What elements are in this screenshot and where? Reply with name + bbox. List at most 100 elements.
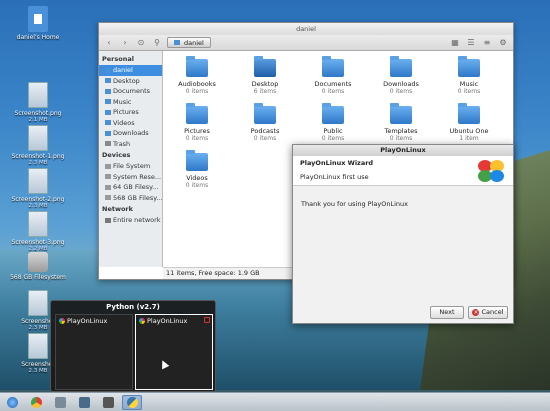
folder-icon xyxy=(105,99,111,104)
drive-icon xyxy=(105,163,111,169)
grid-view-icon[interactable]: ▦ xyxy=(449,37,461,49)
wizard-message: Thank you for using PlayOnLinux xyxy=(301,200,408,208)
taskbar-files[interactable] xyxy=(50,395,70,410)
wizard-buttons: Next × Cancel xyxy=(430,306,508,319)
sidebar-item-label: 64 GB Filesy... xyxy=(113,183,159,191)
folder-icon xyxy=(105,130,111,136)
desktop-icon-filesystem[interactable]: 568 GB Filesystem xyxy=(3,248,73,281)
sidebar-item-daniel[interactable]: daniel xyxy=(99,65,162,76)
sidebar-item-videos[interactable]: Videos xyxy=(99,118,162,129)
desktop-icon-size: 2.1 MB xyxy=(28,117,48,123)
cancel-label: Cancel xyxy=(481,308,504,316)
window-title: daniel xyxy=(99,23,513,35)
folder-music[interactable]: Music 0 items xyxy=(435,56,503,104)
drive-icon xyxy=(105,184,111,190)
desktop-icon-screenshot[interactable]: Screenshot.png 2.1 MB xyxy=(3,82,73,123)
window-title: PlayOnLinux xyxy=(293,145,513,156)
item-name: Audiobooks xyxy=(178,80,216,88)
desktop-icon-screenshot-2[interactable]: Screenshot-2.png 2.3 MB xyxy=(3,168,73,209)
item-name: Downloads xyxy=(383,80,419,88)
taskbar-chrome[interactable] xyxy=(26,395,46,410)
switcher-window-thumb[interactable]: PlayOnLinux xyxy=(135,314,213,390)
sidebar-item-downloads[interactable]: Downloads xyxy=(99,128,162,139)
sidebar-item-label: Desktop xyxy=(113,76,140,85)
sidebar-item-documents[interactable]: Documents xyxy=(99,86,162,97)
sidebar-heading-network: Network xyxy=(102,205,133,213)
window-switcher: Python (v2.7) PlayOnLinux PlayOnLinux xyxy=(50,300,216,392)
sidebar-item-label: Music xyxy=(113,97,132,106)
desktop-icon-size: 2.3 MB xyxy=(28,203,48,209)
sidebar-item-pictures[interactable]: Pictures xyxy=(99,107,162,118)
sidebar-item-568gb[interactable]: 568 GB Filesy... xyxy=(99,193,162,204)
sidebar-item-music[interactable]: Music xyxy=(99,97,162,108)
path-button[interactable]: daniel xyxy=(167,37,211,48)
sidebar-item-label: Pictures xyxy=(113,108,139,116)
desktop-icon xyxy=(105,78,111,83)
taskbar-anchor[interactable] xyxy=(74,395,94,410)
home-icon xyxy=(105,67,111,73)
folder-podcasts[interactable]: Podcasts 0 items xyxy=(231,103,299,151)
taskbar-terminal[interactable] xyxy=(98,395,118,410)
close-icon[interactable] xyxy=(204,317,210,323)
folder-downloads[interactable]: Downloads 0 items xyxy=(367,56,435,104)
folder-documents[interactable]: Documents 0 items xyxy=(299,56,367,104)
folder-icon xyxy=(390,103,412,124)
sidebar-item-entire-network[interactable]: Entire network xyxy=(99,215,162,226)
item-count: 0 items xyxy=(457,88,481,95)
zoom-icon[interactable]: ⊙ xyxy=(135,37,147,49)
sidebar-item-trash[interactable]: Trash xyxy=(99,139,162,150)
item-count: 0 items xyxy=(389,88,413,95)
taskbar-python[interactable] xyxy=(122,394,142,410)
sidebar-item-label: File System xyxy=(113,162,151,170)
sidebar: Personal daniel Desktop Documents Music … xyxy=(99,51,163,267)
playonlinux-logo-icon xyxy=(478,160,504,182)
folder-icon xyxy=(322,56,344,77)
switcher-window-thumb[interactable]: PlayOnLinux xyxy=(55,314,133,390)
folder-icon xyxy=(105,120,111,125)
home-icon xyxy=(174,40,180,45)
image-file-icon xyxy=(28,333,48,359)
thumb-label: PlayOnLinux xyxy=(136,315,212,327)
item-name: Templates xyxy=(384,127,418,135)
compact-view-icon[interactable]: ≡ xyxy=(481,37,493,49)
sidebar-item-64gb[interactable]: 64 GB Filesy... xyxy=(99,182,162,193)
forward-icon[interactable]: › xyxy=(119,37,131,49)
thumb-title: PlayOnLinux xyxy=(67,317,108,325)
item-count: 0 items xyxy=(321,88,345,95)
menu-icon xyxy=(6,396,18,408)
drive-icon xyxy=(28,252,48,272)
folder-icon xyxy=(322,103,344,124)
folder-desktop[interactable]: Desktop 6 items xyxy=(231,56,299,104)
trash-icon xyxy=(105,141,111,146)
item-name: Desktop xyxy=(251,80,279,88)
sidebar-item-system-reserved[interactable]: System Rese... xyxy=(99,172,162,183)
sidebar-item-file-system[interactable]: File System xyxy=(99,161,162,172)
sidebar-item-desktop[interactable]: Desktop xyxy=(99,76,162,87)
desktop-icon-screenshot-1[interactable]: Screenshot-1.png 2.3 MB xyxy=(3,125,73,166)
folder-icon xyxy=(186,56,208,77)
home-folder-icon xyxy=(28,6,48,32)
folder-pictures[interactable]: Pictures 0 items xyxy=(163,103,231,151)
item-count: 1 item xyxy=(459,135,479,142)
item-name: Public xyxy=(323,127,343,135)
sidebar-item-label: Documents xyxy=(113,87,151,95)
search-icon[interactable]: ⚲ xyxy=(151,37,163,49)
folder-icon xyxy=(390,56,412,77)
list-view-icon[interactable]: ☰ xyxy=(465,37,477,49)
desktop-icon-screenshot-3[interactable]: Screenshot-3.png 2.2 MB xyxy=(3,211,73,252)
desktop-icon-home[interactable]: daniel's Home xyxy=(3,6,73,41)
thumb-title: PlayOnLinux xyxy=(147,317,188,325)
cancel-button[interactable]: × Cancel xyxy=(468,306,508,319)
next-button[interactable]: Next xyxy=(430,306,464,319)
folder-videos[interactable]: Videos 0 items xyxy=(163,150,231,198)
back-icon[interactable]: ‹ xyxy=(103,37,115,49)
playonlinux-icon xyxy=(139,318,145,324)
item-name: Videos xyxy=(186,174,208,182)
gear-icon[interactable]: ⚙ xyxy=(497,37,509,49)
menu-button[interactable] xyxy=(2,395,22,410)
folder-icon xyxy=(458,56,480,77)
image-file-icon xyxy=(28,168,48,194)
folder-audiobooks[interactable]: Audiobooks 0 items xyxy=(163,56,231,104)
terminal-icon xyxy=(102,396,114,408)
desktop-icon-label: Screenshot-2.png xyxy=(11,196,65,203)
